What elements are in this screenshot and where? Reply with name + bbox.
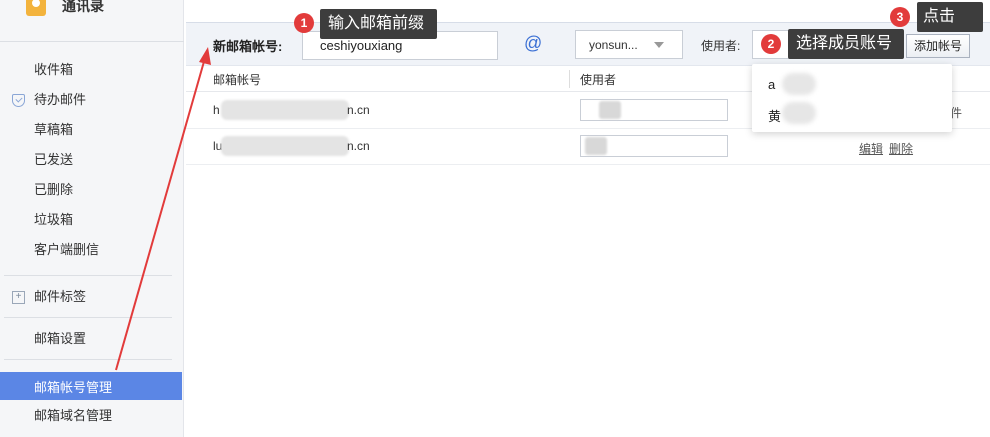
step-3-badge: 3 — [890, 7, 910, 27]
step-3-callout: 点击 — [917, 2, 983, 32]
step-1-callout: 输入邮箱前缀 — [320, 9, 437, 39]
step-2-badge: 2 — [761, 34, 781, 54]
annotation-arrow — [115, 47, 211, 371]
step-2-callout: 选择成员账号 — [788, 29, 904, 59]
step-1-badge: 1 — [294, 13, 314, 33]
